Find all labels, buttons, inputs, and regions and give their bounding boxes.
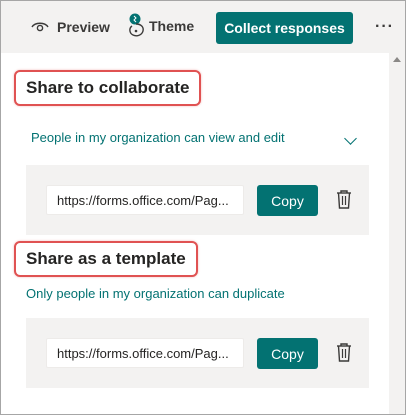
collaborate-copy-button[interactable]: Copy xyxy=(257,185,318,216)
trash-icon[interactable] xyxy=(335,188,353,210)
template-link-card: https://forms.office.com/Pag... Copy xyxy=(26,318,369,388)
share-to-collaborate-title: Share to collaborate xyxy=(14,70,202,106)
collaborate-permission-dropdown[interactable]: People in my organization can view and e… xyxy=(31,130,285,145)
eye-icon xyxy=(31,22,49,32)
scrollbar[interactable] xyxy=(389,53,405,414)
template-permission-label: Only people in my organization can dupli… xyxy=(26,286,285,301)
collect-responses-button[interactable]: Collect responses xyxy=(216,12,353,44)
template-link-field[interactable]: https://forms.office.com/Pag... xyxy=(46,338,244,368)
more-icon[interactable]: ··· xyxy=(375,18,394,36)
share-as-template-title: Share as a template xyxy=(14,241,198,277)
collaborate-link-card: https://forms.office.com/Pag... Copy xyxy=(26,165,369,235)
preview-button[interactable]: Preview xyxy=(31,15,110,39)
theme-label: Theme xyxy=(149,18,195,34)
scroll-up-icon[interactable] xyxy=(393,57,401,62)
palette-icon xyxy=(129,13,144,37)
theme-button[interactable]: Theme xyxy=(126,12,194,40)
trash-icon[interactable] xyxy=(335,341,353,363)
preview-label: Preview xyxy=(57,19,110,35)
template-copy-button[interactable]: Copy xyxy=(257,338,318,369)
collaborate-link-field[interactable]: https://forms.office.com/Pag... xyxy=(46,185,244,215)
toolbar: Preview Theme Collect responses ··· xyxy=(1,1,405,53)
